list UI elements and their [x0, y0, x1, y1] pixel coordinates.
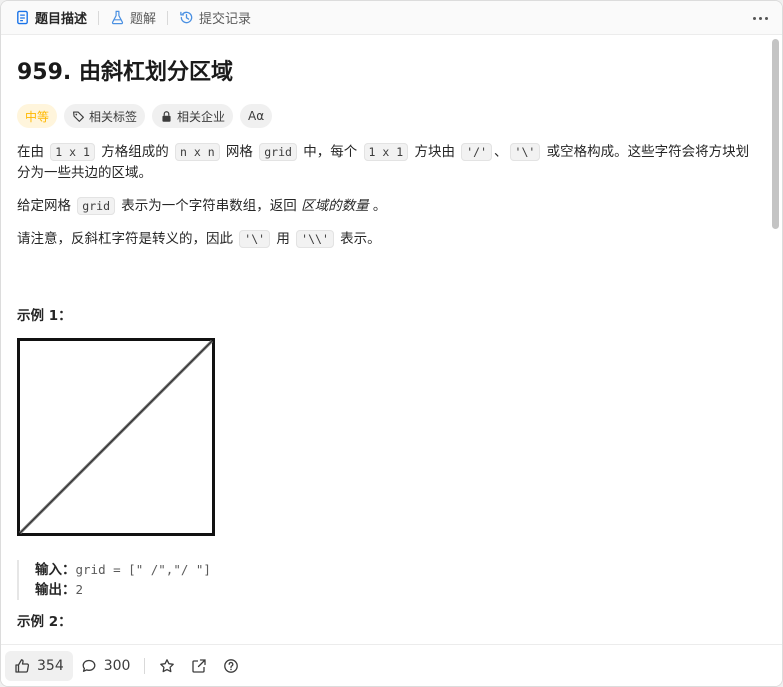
emphasis-text: 区域的数量	[301, 198, 369, 214]
problem-window: 题目描述 题解 提交记录 959. 由斜杠划分区域 中等 相关标签 相关企业 A…	[0, 0, 783, 687]
more-options-button[interactable]	[748, 8, 772, 28]
star-icon	[160, 658, 175, 672]
share-icon	[192, 658, 207, 673]
text: 网格	[221, 144, 258, 160]
inline-code: '\'	[239, 230, 271, 248]
example-1-title: 示例 1：	[17, 308, 72, 324]
action-bar: 354 300	[1, 644, 782, 686]
tab-submissions-label: 提交记录	[199, 12, 252, 27]
more-dot-icon	[752, 16, 756, 20]
text: 给定网格	[17, 198, 76, 214]
more-dot-icon	[764, 16, 768, 20]
text: 中，每个	[298, 144, 362, 160]
comment-count: 300	[103, 657, 131, 674]
text: 。	[368, 198, 387, 214]
example-1-io: 输入：grid = [" /","/ "] 输出：2	[17, 560, 751, 600]
difficulty-badge: 中等	[17, 104, 58, 128]
tab-solutions[interactable]: 题解	[108, 1, 158, 35]
related-tags-label: 相关标签	[89, 109, 138, 124]
tab-description[interactable]: 题目描述	[13, 1, 89, 35]
text: 方块由	[410, 144, 460, 160]
text: 请注意，反斜杠字符是转义的，因此	[17, 231, 238, 247]
inline-code: 1 x 1	[50, 143, 95, 161]
share-button[interactable]	[183, 651, 215, 681]
help-button[interactable]	[215, 651, 247, 681]
tab-bar: 题目描述 题解 提交记录	[1, 1, 782, 35]
comments-button[interactable]: 300	[73, 651, 139, 681]
translate-icon: Aα	[248, 109, 265, 123]
tab-divider	[98, 10, 100, 25]
tab-solutions-label: 题解	[130, 12, 157, 27]
output-label: 输出：	[35, 582, 76, 598]
thumbs-up-icon	[15, 658, 30, 673]
tag-row: 中等 相关标签 相关企业 Aα	[17, 104, 751, 128]
problem-title[interactable]: 959. 由斜杠划分区域	[17, 58, 751, 88]
footer-divider	[144, 657, 146, 674]
text: 表示。	[335, 231, 381, 247]
input-value: grid = [" /","/ "]	[75, 562, 211, 577]
example-1-grid-image	[17, 338, 215, 536]
history-icon	[180, 11, 193, 24]
inline-code: '\\'	[296, 230, 334, 248]
document-icon	[17, 10, 28, 25]
related-tags-button[interactable]: 相关标签	[64, 104, 146, 128]
inline-code: grid	[77, 197, 115, 215]
favorite-button[interactable]	[151, 651, 183, 681]
text: 方格组成的	[96, 144, 174, 160]
text: 表示为一个字符串数组，返回	[117, 198, 302, 214]
inline-code: '/'	[461, 143, 493, 161]
related-companies-label: 相关企业	[177, 109, 226, 124]
inline-code: '\'	[509, 143, 541, 161]
inline-code: n x n	[175, 143, 220, 161]
description-paragraph-3: 请注意，反斜杠字符是转义的，因此 '\' 用 '\\' 表示。	[17, 229, 751, 250]
text: 、	[494, 144, 508, 160]
difficulty-label: 中等	[25, 109, 50, 124]
tag-icon	[73, 110, 84, 122]
example-2-title: 示例 2：	[17, 614, 72, 630]
related-companies-button[interactable]: 相关企业	[152, 104, 234, 128]
question-icon	[224, 658, 239, 673]
input-label: 输入：	[35, 562, 76, 578]
lock-icon	[162, 110, 171, 122]
inline-code: 1 x 1	[363, 143, 409, 161]
text: 在由	[17, 144, 49, 160]
like-button[interactable]: 354	[5, 650, 73, 681]
comment-icon	[82, 659, 96, 672]
more-dot-icon	[758, 16, 762, 20]
problem-content[interactable]: 959. 由斜杠划分区域 中等 相关标签 相关企业 Aα 在由 1 x 1 方格…	[1, 36, 767, 644]
text: 用	[272, 231, 295, 247]
output-value: 2	[75, 582, 84, 597]
tab-submissions[interactable]: 提交记录	[177, 1, 253, 35]
inline-code: grid	[259, 143, 297, 161]
example-1-input-line: 输入：grid = [" /","/ "]	[35, 560, 751, 580]
description-paragraph-2: 给定网格 grid 表示为一个字符串数组，返回 区域的数量 。	[17, 196, 751, 217]
flask-icon	[111, 10, 124, 25]
translate-button[interactable]: Aα	[240, 104, 273, 128]
description-paragraph-1: 在由 1 x 1 方格组成的 n x n 网格 grid 中，每个 1 x 1 …	[17, 142, 751, 184]
scrollbar-thumb[interactable]	[772, 39, 779, 229]
like-count: 354	[37, 657, 64, 674]
tab-divider	[167, 10, 169, 25]
tab-description-label: 题目描述	[35, 12, 88, 27]
example-1-output-line: 输出：2	[35, 580, 751, 600]
